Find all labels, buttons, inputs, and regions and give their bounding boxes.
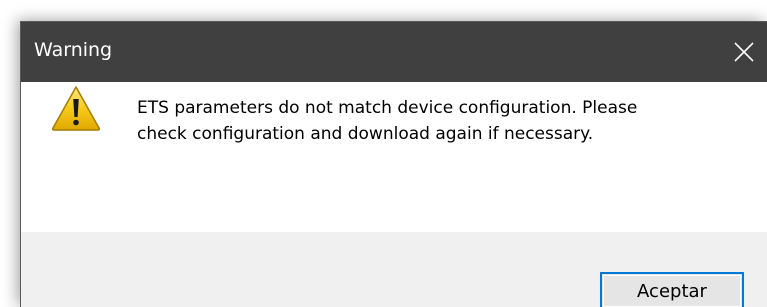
close-button[interactable] — [721, 22, 767, 82]
warning-dialog: Warning ETS parameters do not match devi… — [21, 22, 767, 307]
message-line-1: ETS parameters do not match device confi… — [137, 98, 638, 118]
screen: Warning ETS parameters do not match devi… — [0, 0, 767, 307]
message-line-2: check configuration and download again i… — [137, 124, 594, 144]
dialog-title: Warning — [34, 39, 113, 61]
close-icon — [734, 42, 754, 62]
accept-button[interactable]: Aceptar — [600, 272, 744, 307]
warning-icon — [51, 86, 101, 131]
accept-button-label: Aceptar — [637, 280, 707, 302]
dialog-titlebar[interactable]: Warning — [21, 22, 767, 82]
dialog-message: ETS parameters do not match device confi… — [137, 95, 737, 147]
